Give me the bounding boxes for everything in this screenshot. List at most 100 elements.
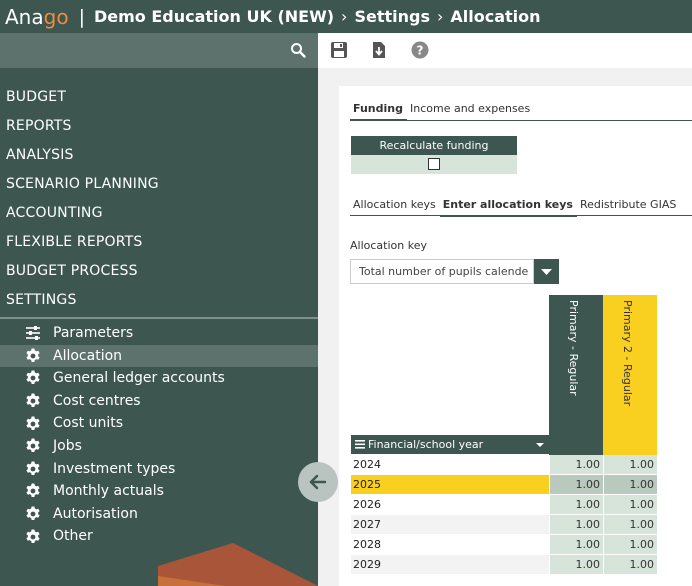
submenu-item-autorisation[interactable]: Autorisation [0, 503, 318, 526]
column-header-label: Primary - Regular [567, 300, 580, 396]
value-cell[interactable]: 1.00 [603, 515, 657, 534]
value-cell[interactable]: 1.00 [549, 455, 603, 474]
row-year-label: 2029 [351, 555, 549, 574]
row-year-label: 2028 [351, 535, 549, 554]
gear-icon [25, 506, 41, 522]
submenu-label: Monthly actuals [53, 483, 164, 500]
toolbar: ? [318, 33, 692, 68]
submenu-label: Jobs [53, 437, 82, 454]
row-year-label: 2025 [351, 475, 549, 494]
submenu-label: Parameters [53, 325, 134, 341]
menu-lines-icon [355, 440, 365, 449]
submenu-item-monthly-actuals[interactable]: Monthly actuals [0, 480, 318, 503]
submenu-item-general-ledger-accounts[interactable]: General ledger accounts [0, 367, 318, 390]
header-separator: | [78, 5, 85, 28]
gear-icon [25, 348, 41, 364]
allocation-key-label: Allocation key [350, 239, 427, 252]
save-icon[interactable] [330, 41, 348, 59]
breadcrumb-arrow: › [436, 7, 444, 26]
submenu-item-jobs[interactable]: Jobs [0, 435, 318, 458]
allocation-key-dropdown-button[interactable] [534, 259, 559, 284]
gear-icon [25, 438, 41, 454]
sidebar-search-bar[interactable] [0, 33, 318, 68]
download-icon[interactable] [370, 41, 388, 59]
tab-income-and-expenses[interactable]: Income and expenses [407, 102, 534, 121]
row-year-label: 2027 [351, 515, 549, 534]
tab-underline [350, 120, 692, 121]
table-row: 2027 1.00 1.00 [351, 515, 657, 535]
value-cell[interactable]: 1.00 [549, 475, 603, 494]
menu-item-analysis[interactable]: ANALYSIS [0, 141, 318, 170]
sidebar-decoration [158, 543, 318, 586]
collapse-sidebar-button[interactable] [298, 462, 338, 502]
gear-icon [25, 416, 41, 432]
row-year-label: 2026 [351, 495, 549, 514]
menu-item-reports[interactable]: REPORTS [0, 112, 318, 141]
row-header-label: Financial/school year [368, 438, 484, 451]
value-cell[interactable]: 1.00 [603, 455, 657, 474]
submenu-label: Autorisation [53, 505, 138, 522]
tab-underline [350, 215, 692, 216]
funding-tabs: Funding Income and expenses [350, 102, 534, 121]
sidebar: BUDGET REPORTS ANALYSIS SCENARIO PLANNIN… [0, 33, 318, 586]
column-header-primary-2-regular[interactable]: Primary 2 - Regular [603, 295, 657, 455]
arrow-left-icon [309, 474, 327, 490]
submenu-item-cost-centres[interactable]: Cost centres [0, 390, 318, 413]
menu-item-flexible-reports[interactable]: FLEXIBLE REPORTS [0, 228, 318, 257]
row-header-financial-school-year[interactable]: Financial/school year [351, 435, 549, 454]
table-row: 2028 1.00 1.00 [351, 535, 657, 555]
table-row: 2029 1.00 1.00 [351, 555, 657, 575]
submenu-item-cost-units[interactable]: Cost units [0, 412, 318, 435]
column-header-label: Primary 2 - Regular [621, 300, 634, 407]
menu-item-budget-process[interactable]: BUDGET PROCESS [0, 257, 318, 286]
submenu-item-investment-types[interactable]: Investment types [0, 458, 318, 481]
column-header-primary-regular[interactable]: Primary - Regular [549, 295, 603, 455]
gear-icon [25, 483, 41, 499]
breadcrumb-organisation[interactable]: Demo Education UK (NEW) [94, 7, 334, 26]
submenu-label: Other [53, 528, 93, 545]
breadcrumb-arrow: › [341, 7, 348, 26]
table-row: 2025 1.00 1.00 [351, 475, 657, 495]
main-menu: BUDGET REPORTS ANALYSIS SCENARIO PLANNIN… [0, 83, 318, 548]
menu-item-scenario-planning[interactable]: SCENARIO PLANNING [0, 170, 318, 199]
svg-text:?: ? [417, 44, 424, 58]
tab-funding[interactable]: Funding [350, 102, 407, 121]
anago-logo[interactable]: Anago [5, 5, 69, 29]
value-cell[interactable]: 1.00 [603, 475, 657, 494]
settings-submenu: Parameters Allocation General ledger acc… [0, 322, 318, 548]
allocation-key-select[interactable]: Total number of pupils calende [350, 259, 534, 284]
submenu-label: General ledger accounts [53, 370, 225, 387]
menu-item-settings[interactable]: SETTINGS [0, 286, 318, 315]
table-row: 2024 1.00 1.00 [351, 455, 657, 475]
value-cell[interactable]: 1.00 [549, 495, 603, 514]
submenu-label: Cost centres [53, 392, 141, 409]
row-year-label: 2024 [351, 455, 549, 474]
search-icon[interactable] [290, 42, 306, 58]
breadcrumb-allocation: Allocation [450, 7, 541, 26]
value-cell[interactable]: 1.00 [549, 555, 603, 574]
value-cell[interactable]: 1.00 [603, 555, 657, 574]
submenu-label: Allocation [53, 347, 123, 364]
caret-down-icon[interactable] [536, 443, 544, 447]
gear-icon [25, 393, 41, 409]
app-header: Anago | Demo Education UK (NEW) › Settin… [0, 0, 692, 33]
menu-divider [0, 317, 318, 319]
menu-item-accounting[interactable]: ACCOUNTING [0, 199, 318, 228]
chevron-down-icon [541, 269, 552, 275]
recalculate-funding-header: Recalculate funding [351, 136, 517, 155]
gear-icon [25, 461, 41, 477]
value-cell[interactable]: 1.00 [603, 535, 657, 554]
submenu-label: Investment types [53, 460, 176, 477]
gear-icon [25, 370, 41, 386]
help-icon[interactable]: ? [411, 41, 429, 59]
value-cell[interactable]: 1.00 [549, 535, 603, 554]
menu-item-budget[interactable]: BUDGET [0, 83, 318, 112]
gear-icon [25, 529, 41, 545]
submenu-label: Cost units [53, 415, 123, 432]
breadcrumb-settings[interactable]: Settings [354, 7, 430, 26]
submenu-item-parameters[interactable]: Parameters [0, 322, 318, 345]
recalculate-funding-checkbox[interactable] [428, 158, 440, 170]
submenu-item-allocation[interactable]: Allocation [0, 344, 318, 368]
value-cell[interactable]: 1.00 [603, 495, 657, 514]
value-cell[interactable]: 1.00 [549, 515, 603, 534]
